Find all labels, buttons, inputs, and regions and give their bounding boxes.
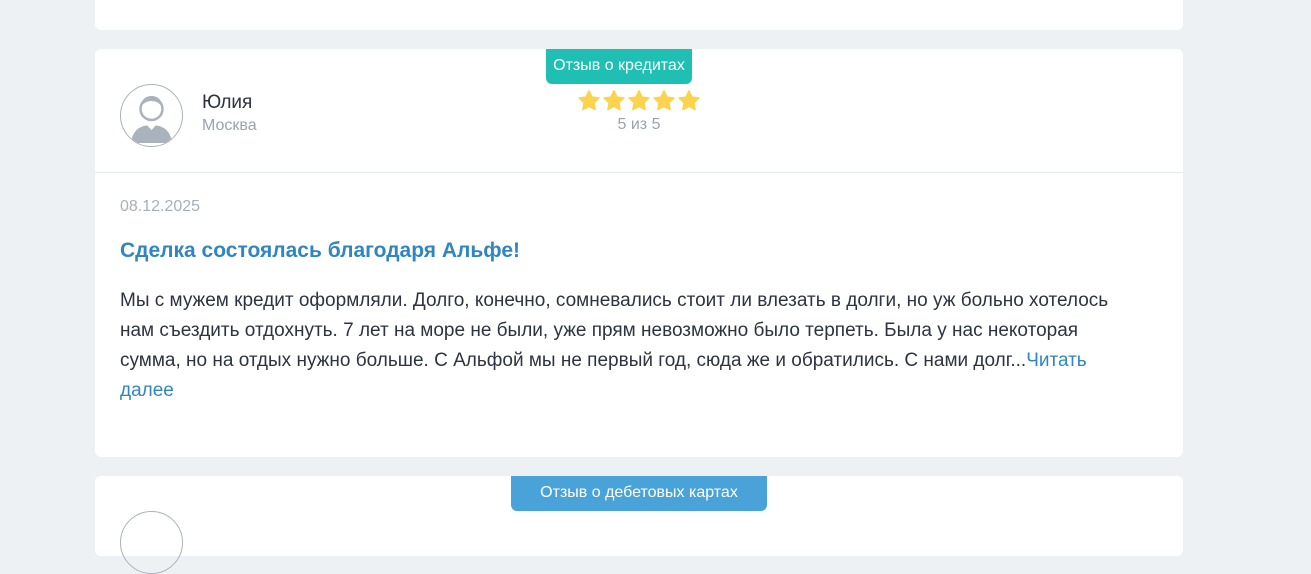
review-text: Мы с мужем кредит оформляли. Долго, коне… — [120, 286, 1130, 406]
review-card: Отзыв о кредитах Юлия Москва 5 из 5 08.1… — [95, 49, 1183, 457]
user-avatar-icon — [120, 84, 183, 147]
author-city: Москва — [202, 117, 257, 134]
divider — [95, 172, 1183, 173]
category-badge[interactable]: Отзыв о кредитах — [546, 49, 692, 84]
previous-review-card — [95, 0, 1183, 30]
review-date: 08.12.2025 — [120, 198, 201, 215]
user-avatar-icon — [120, 511, 183, 574]
next-review-card: Отзыв о дебетовых картах — [95, 476, 1183, 574]
author-name: Юлия — [202, 92, 253, 113]
rating: 5 из 5 — [577, 89, 701, 134]
rating-text: 5 из 5 — [617, 116, 661, 133]
star-icon — [678, 90, 700, 111]
star-icon — [578, 90, 600, 111]
star-icon — [653, 90, 675, 111]
category-badge[interactable]: Отзыв о дебетовых картах — [511, 476, 767, 511]
star-icon — [628, 90, 650, 111]
review-title[interactable]: Сделка состоялась благодаря Альфе! — [120, 239, 520, 263]
rating-stars — [577, 89, 701, 113]
review-body: Мы с мужем кредит оформляли. Долго, коне… — [120, 290, 1109, 371]
star-icon — [603, 90, 625, 111]
